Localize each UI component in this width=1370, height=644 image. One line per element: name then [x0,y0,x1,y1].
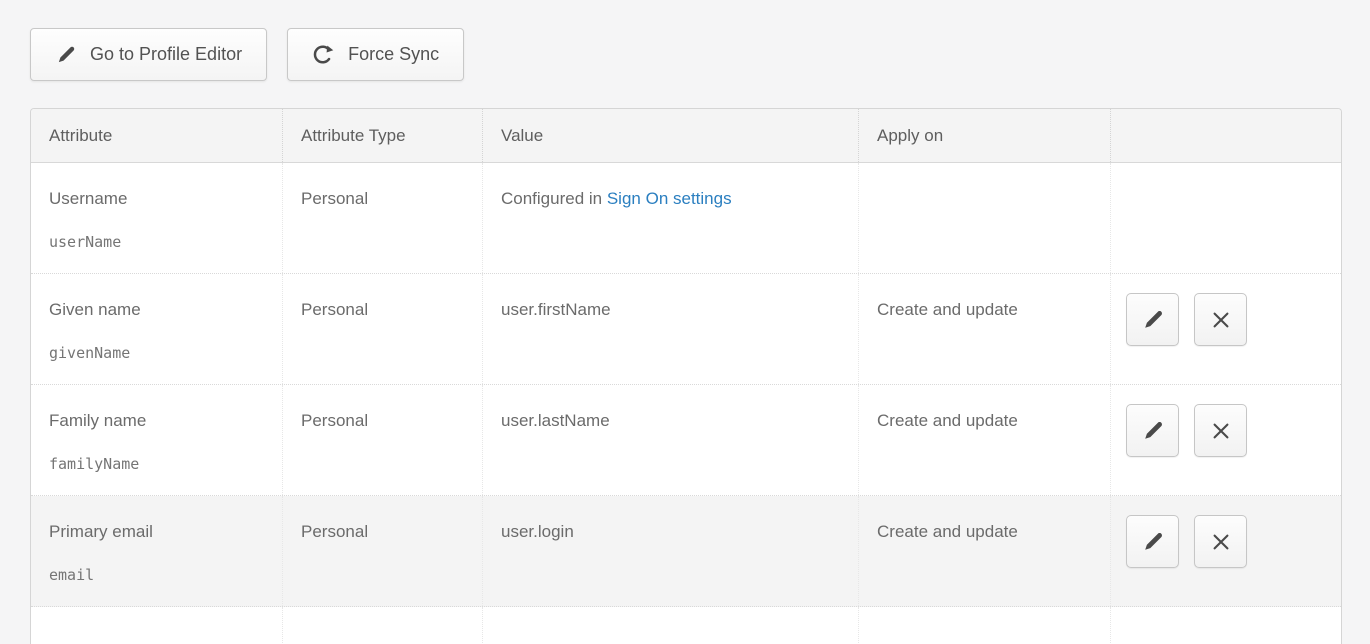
value-cell [483,607,859,644]
delete-attribute-button[interactable] [1194,515,1247,568]
header-attribute-type: Attribute Type [283,109,483,162]
go-to-profile-editor-label: Go to Profile Editor [90,44,242,65]
value-cell: Configured in Sign On settings [483,163,859,273]
actions-cell [1111,163,1341,273]
actions-cell [1111,607,1341,644]
actions-cell [1111,274,1341,384]
attribute-variable: userName [49,233,282,251]
attribute-type-cell: Personal [283,274,483,384]
close-icon [1210,309,1232,331]
header-value: Value [483,109,859,162]
sign-on-settings-link[interactable]: Sign On settings [607,189,732,208]
delete-attribute-button[interactable] [1194,293,1247,346]
apply-on-cell: Create and update [859,496,1111,606]
attribute-cell: Primary email email [31,496,283,606]
attribute-label: Username [49,189,282,209]
value-cell: user.login [483,496,859,606]
pencil-icon [1141,419,1165,443]
table-row-family-name: Family name familyName Personal user.las… [31,385,1341,496]
actions-cell [1111,385,1341,495]
attribute-cell: Family name familyName [31,385,283,495]
attribute-cell: Given name givenName [31,274,283,384]
attribute-type-cell: Personal [283,496,483,606]
attribute-label: Family name [49,411,282,431]
header-actions [1111,109,1341,162]
close-icon [1210,531,1232,553]
attribute-label: Primary email [49,522,282,542]
delete-attribute-button[interactable] [1194,404,1247,457]
attribute-variable: familyName [49,455,282,473]
force-sync-label: Force Sync [348,44,439,65]
pencil-icon [1141,308,1165,332]
apply-on-cell: Create and update [859,274,1111,384]
attribute-type-cell: Personal [283,385,483,495]
value-cell: user.lastName [483,385,859,495]
attribute-type-cell [283,607,483,644]
table-row-given-name: Given name givenName Personal user.first… [31,274,1341,385]
go-to-profile-editor-button[interactable]: Go to Profile Editor [30,28,267,81]
apply-on-cell: Create and update [859,385,1111,495]
attribute-cell [31,607,283,644]
attribute-variable: email [49,566,282,584]
header-attribute: Attribute [31,109,283,162]
actions-cell [1111,496,1341,606]
attribute-label: Given name [49,300,282,320]
apply-on-cell [859,163,1111,273]
toolbar: Go to Profile Editor Force Sync [30,28,464,81]
table-row-primary-email: Primary email email Personal user.login … [31,496,1341,607]
attribute-cell: Username userName [31,163,283,273]
apply-on-cell [859,607,1111,644]
force-sync-button[interactable]: Force Sync [287,28,464,81]
value-text: Configured in [501,189,607,208]
table-row-partial [31,607,1341,644]
header-apply-on: Apply on [859,109,1111,162]
edit-attribute-button[interactable] [1126,293,1179,346]
attribute-mapping-table: Attribute Attribute Type Value Apply on … [30,108,1342,644]
table-header-row: Attribute Attribute Type Value Apply on [31,109,1341,163]
attribute-variable: givenName [49,344,282,362]
edit-attribute-button[interactable] [1126,515,1179,568]
value-cell: user.firstName [483,274,859,384]
refresh-icon [312,43,335,66]
table-row-username: Username userName Personal Configured in… [31,163,1341,274]
pencil-icon [1141,530,1165,554]
pencil-icon [55,44,77,66]
edit-attribute-button[interactable] [1126,404,1179,457]
close-icon [1210,420,1232,442]
attribute-type-cell: Personal [283,163,483,273]
